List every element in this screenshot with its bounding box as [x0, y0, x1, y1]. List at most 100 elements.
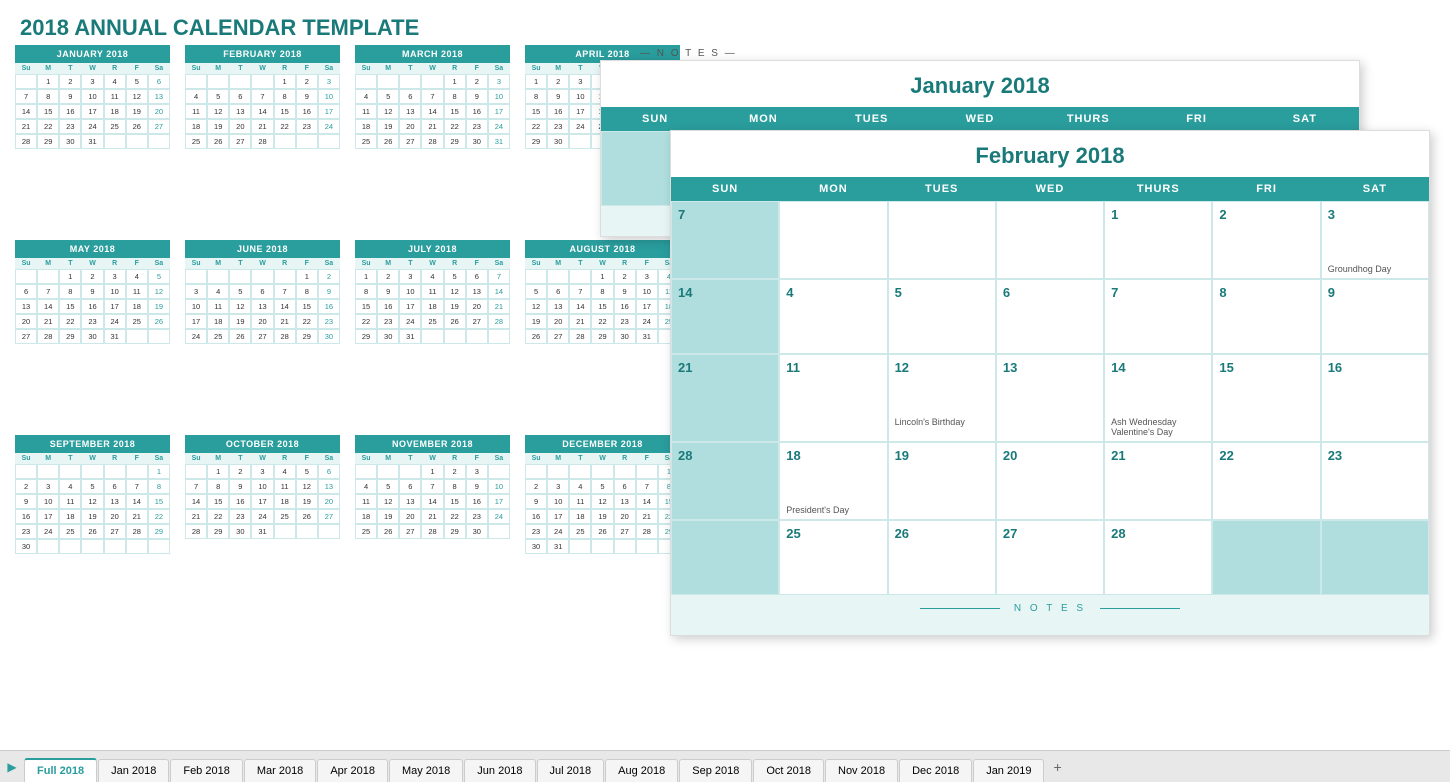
day-cell: 23 [15, 524, 37, 539]
day-cell [355, 464, 377, 479]
day-cell: 10 [318, 89, 340, 104]
small-cal-days: SuMTWRFSa1234567891011121314151617181920… [185, 63, 340, 149]
day-cell: 24 [636, 314, 658, 329]
small-cal-header: SEPTEMBER 2018 [15, 435, 170, 453]
day-cell: 25 [207, 329, 229, 344]
day-cell: 16 [229, 494, 251, 509]
tab-apr-2018[interactable]: Apr 2018 [317, 759, 388, 782]
day-cell: 12 [377, 104, 399, 119]
small-cal-header: MARCH 2018 [355, 45, 510, 63]
jan-header: SUN MON TUES WED THURS FRI SAT [601, 107, 1359, 131]
day-cell: 24 [569, 119, 591, 134]
tab-full-2018[interactable]: Full 2018 [24, 758, 97, 782]
day-cell [274, 524, 296, 539]
day-cell: 2 [614, 269, 636, 284]
day-cell: 22 [525, 119, 547, 134]
day-cell: 5 [126, 74, 148, 89]
tab-may-2018[interactable]: May 2018 [389, 759, 463, 782]
day-header: Su [185, 258, 207, 269]
day-cell: 6 [104, 479, 126, 494]
day-cell: 6 [399, 89, 421, 104]
day-cell: 30 [229, 524, 251, 539]
day-header: Su [355, 453, 377, 464]
day-cell: 23 [614, 314, 636, 329]
day-cell: 24 [104, 314, 126, 329]
tab-nov-2018[interactable]: Nov 2018 [825, 759, 898, 782]
day-header: T [399, 63, 421, 74]
tab-aug-2018[interactable]: Aug 2018 [605, 759, 678, 782]
small-calendar-september-2018: SEPTEMBER 2018SuMTWRFSa12345678910111213… [15, 435, 170, 620]
tab-sep-2018[interactable]: Sep 2018 [679, 759, 752, 782]
day-cell: 17 [81, 104, 103, 119]
day-cell: 17 [636, 299, 658, 314]
day-cell [591, 539, 613, 554]
day-cell: 29 [296, 329, 318, 344]
table-row: 21 [671, 354, 779, 442]
day-cell: 17 [488, 104, 510, 119]
table-row: 19 [888, 442, 996, 520]
day-header: T [399, 258, 421, 269]
tab-dec-2018[interactable]: Dec 2018 [899, 759, 972, 782]
day-cell [251, 269, 273, 284]
day-cell: 29 [148, 524, 170, 539]
day-cell [444, 329, 466, 344]
tab-add-button[interactable]: + [1045, 754, 1069, 780]
tab-oct-2018[interactable]: Oct 2018 [753, 759, 824, 782]
day-cell: 31 [399, 329, 421, 344]
feb-col-thurs: THURS [1104, 177, 1212, 201]
tab-nav-left[interactable]: ▶ [2, 757, 22, 777]
day-header: M [547, 63, 569, 74]
day-cell [318, 134, 340, 149]
feb-notes-area: N O T E S [671, 595, 1429, 635]
day-cell: 7 [488, 269, 510, 284]
tab-feb-2018[interactable]: Feb 2018 [170, 759, 242, 782]
day-cell: 24 [185, 329, 207, 344]
day-cell: 9 [15, 494, 37, 509]
day-cell: 30 [466, 524, 488, 539]
day-cell: 20 [399, 119, 421, 134]
day-cell: 4 [185, 89, 207, 104]
table-row [1321, 520, 1429, 595]
day-cell: 2 [377, 269, 399, 284]
day-cell: 14 [126, 494, 148, 509]
day-cell: 19 [81, 509, 103, 524]
day-cell [488, 524, 510, 539]
day-cell: 15 [274, 104, 296, 119]
day-cell: 17 [547, 509, 569, 524]
day-cell: 25 [274, 509, 296, 524]
feb-header: SUN MON TUES WED THURS FRI SAT [671, 177, 1429, 201]
day-cell: 15 [525, 104, 547, 119]
tab-mar-2018[interactable]: Mar 2018 [244, 759, 316, 782]
tab-jan-2019[interactable]: Jan 2019 [973, 759, 1044, 782]
day-cell: 5 [81, 479, 103, 494]
day-cell: 18 [104, 104, 126, 119]
day-cell: 18 [207, 314, 229, 329]
feb-col-sat: SAT [1321, 177, 1429, 201]
small-cal-days: SuMTWRFSa1234567891011121314151617181920… [185, 258, 340, 344]
day-cell: 22 [274, 119, 296, 134]
tab-jun-2018[interactable]: Jun 2018 [464, 759, 535, 782]
day-header: Su [15, 63, 37, 74]
day-cell: 11 [421, 284, 443, 299]
feb-grid: 7 1 2 3Groundhog Day 14 4 5 6 7 8 9 21 1… [671, 201, 1429, 595]
day-cell: 22 [355, 314, 377, 329]
tab-jul-2018[interactable]: Jul 2018 [537, 759, 605, 782]
day-cell [636, 539, 658, 554]
day-header: R [614, 258, 636, 269]
day-header: Su [355, 258, 377, 269]
small-calendar-january-2018: JANUARY 2018SuMTWRFSa1234567891011121314… [15, 45, 170, 230]
day-cell: 23 [81, 314, 103, 329]
table-row: 16 [1321, 354, 1429, 442]
day-cell: 12 [591, 494, 613, 509]
day-header: F [636, 258, 658, 269]
day-cell: 21 [251, 119, 273, 134]
day-cell: 17 [488, 494, 510, 509]
day-cell [525, 464, 547, 479]
day-header: F [126, 258, 148, 269]
tab-jan-2018[interactable]: Jan 2018 [98, 759, 169, 782]
day-cell: 3 [318, 74, 340, 89]
day-header: M [207, 63, 229, 74]
day-cell: 3 [185, 284, 207, 299]
small-cal-days: SuMTWRFSa1234567891011121314151617181920… [355, 453, 510, 539]
day-header: T [229, 258, 251, 269]
